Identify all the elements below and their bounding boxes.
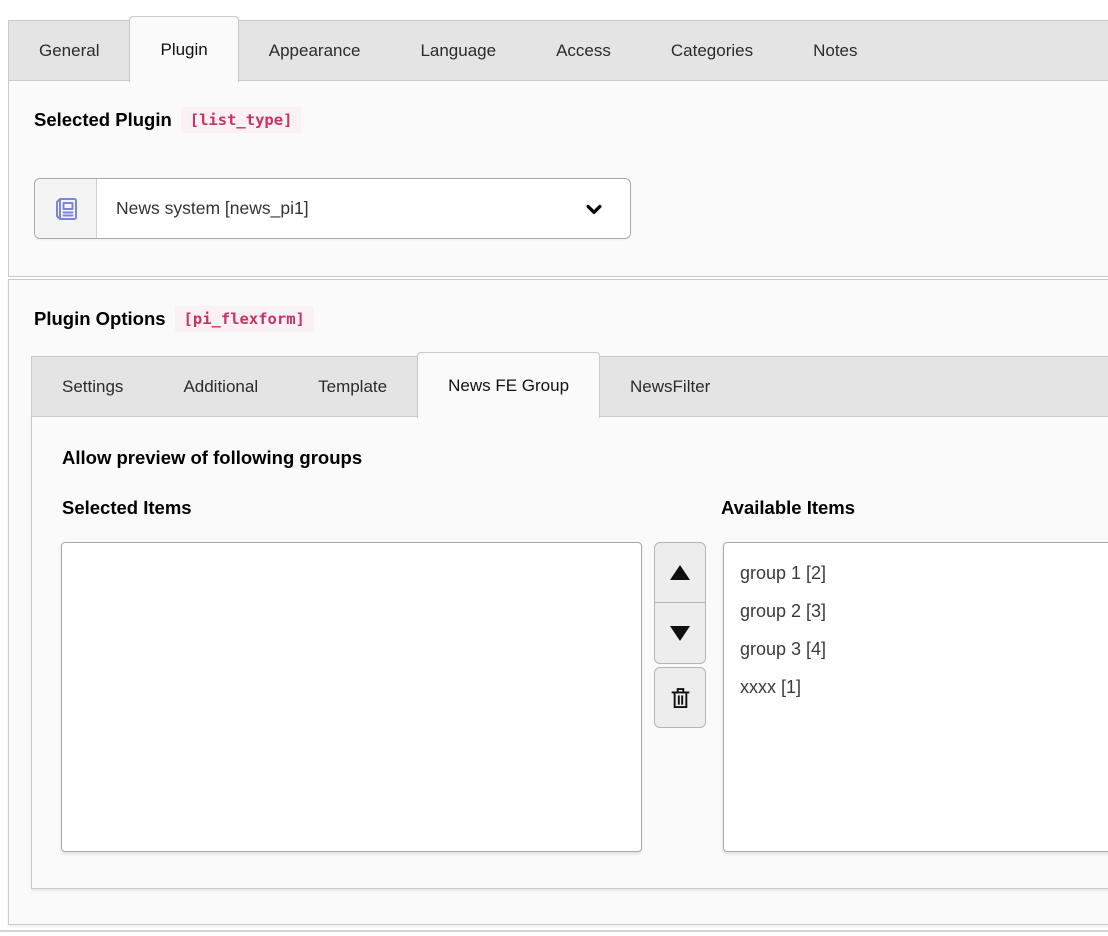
tab-news-fe-group[interactable]: News FE Group <box>417 352 600 418</box>
plugin-select-value: News system [news_pi1] <box>97 179 584 238</box>
list-controls <box>654 542 706 728</box>
move-button-group <box>654 542 706 664</box>
selected-items-listbox[interactable] <box>61 542 642 852</box>
move-up-button[interactable] <box>654 542 706 603</box>
plugin-icon-cell <box>35 179 97 238</box>
tab-appearance[interactable]: Appearance <box>239 21 391 80</box>
available-items-label: Available Items <box>721 497 855 519</box>
flexform-tabbar: Settings Additional Template News FE Gro… <box>31 356 1108 416</box>
tab-access[interactable]: Access <box>526 21 641 80</box>
tab-additional[interactable]: Additional <box>153 357 288 416</box>
tab-plugin[interactable]: Plugin <box>129 16 238 82</box>
tab-template[interactable]: Template <box>288 357 417 416</box>
delete-button[interactable] <box>654 667 706 728</box>
plugin-options-label: Plugin Options <box>34 308 166 330</box>
tab-settings[interactable]: Settings <box>32 357 153 416</box>
tab-notes[interactable]: Notes <box>783 21 887 80</box>
plugin-type-select[interactable]: News system [news_pi1] <box>34 178 631 239</box>
plugin-options-fieldcode: [pi_flexform] <box>175 306 314 332</box>
selected-plugin-heading: Selected Plugin [list_type] <box>34 107 301 133</box>
list-item[interactable]: group 2 [3] <box>724 592 1108 630</box>
tab-categories[interactable]: Categories <box>641 21 783 80</box>
list-item[interactable]: group 3 [4] <box>724 630 1108 668</box>
news-fe-group-panel: Allow preview of following groups Select… <box>31 416 1108 889</box>
newspaper-icon <box>50 193 82 225</box>
allow-preview-label: Allow preview of following groups <box>62 447 362 469</box>
selected-plugin-label: Selected Plugin <box>34 109 172 131</box>
plugin-options-section: Plugin Options [pi_flexform] Settings Ad… <box>8 279 1108 925</box>
selected-plugin-section: Selected Plugin [list_type] News system … <box>8 80 1108 277</box>
section-divider <box>0 930 1108 932</box>
record-tabbar: General Plugin Appearance Language Acces… <box>8 20 1108 80</box>
list-item[interactable]: group 1 [2] <box>724 554 1108 592</box>
tab-language[interactable]: Language <box>390 21 526 80</box>
arrow-down-icon <box>670 626 690 641</box>
available-items-listbox[interactable]: group 1 [2] group 2 [3] group 3 [4] xxxx… <box>723 542 1108 852</box>
tab-newsfilter[interactable]: NewsFilter <box>600 357 740 416</box>
move-down-button[interactable] <box>654 603 706 664</box>
selected-items-label: Selected Items <box>62 497 192 519</box>
chevron-down-icon <box>584 179 630 238</box>
tab-general[interactable]: General <box>9 21 129 80</box>
plugin-options-heading: Plugin Options [pi_flexform] <box>34 306 314 332</box>
list-item[interactable]: xxxx [1] <box>724 668 1108 706</box>
form-editor: General Plugin Appearance Language Acces… <box>0 0 1108 936</box>
arrow-up-icon <box>670 565 690 580</box>
trash-icon <box>667 684 694 711</box>
selected-plugin-fieldcode: [list_type] <box>181 107 302 133</box>
